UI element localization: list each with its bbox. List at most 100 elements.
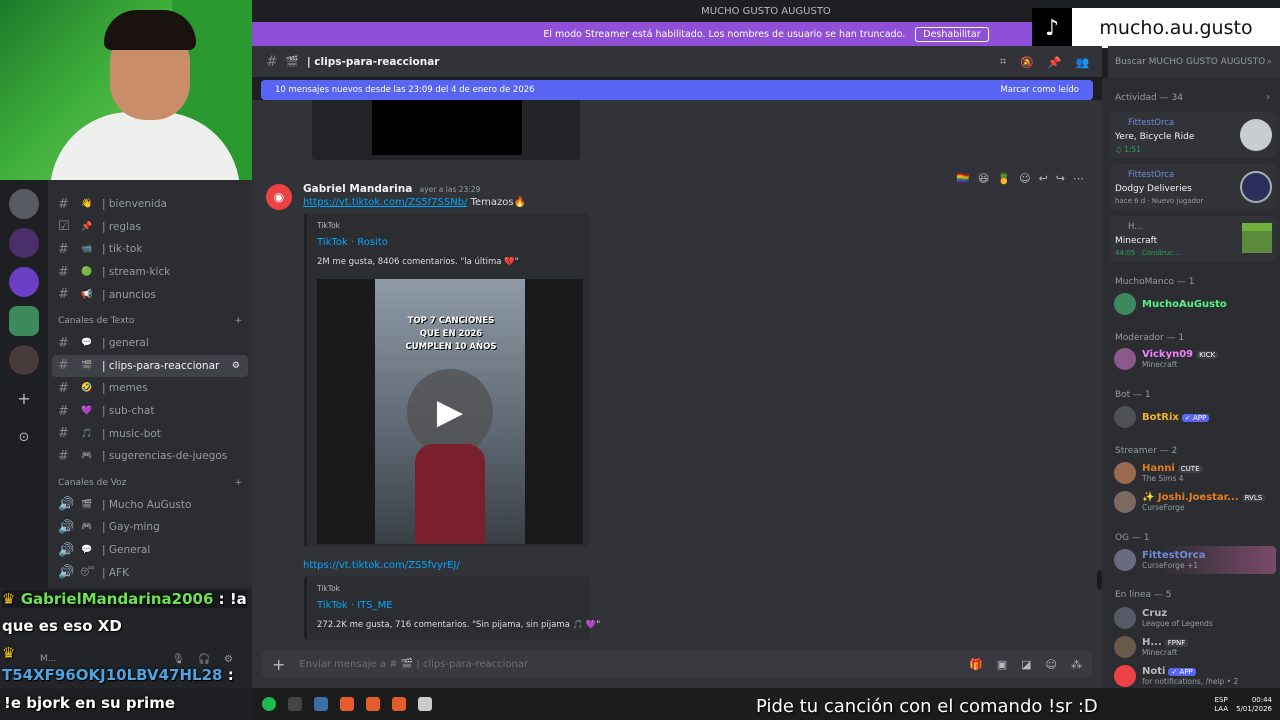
server-icon[interactable]: [9, 189, 39, 219]
add-server-icon[interactable]: +: [9, 384, 39, 414]
channel-general[interactable]: # 💬 | general: [48, 332, 252, 355]
window-title: MUCHO GUSTO AUGUSTO: [701, 5, 831, 17]
channel-reglas[interactable]: ☑ 📌 | reglas: [48, 216, 252, 239]
member-row[interactable]: FittestOrca CurseForge +1: [1114, 549, 1205, 571]
member-row[interactable]: Hanni CUTE The Sims 4: [1114, 462, 1203, 484]
channel-title: | clips-para-reaccionar: [306, 55, 440, 68]
disable-streamer-button[interactable]: Deshabilitar: [915, 26, 989, 42]
lang-indicator[interactable]: ESP: [1214, 696, 1228, 705]
add-channel-icon[interactable]: +: [234, 316, 242, 326]
apps-icon[interactable]: ⁂: [1071, 658, 1082, 671]
message-author[interactable]: Gabriel Mandarina: [303, 183, 412, 195]
threads-icon[interactable]: ⌗: [1000, 55, 1006, 69]
add-channel-icon[interactable]: +: [234, 478, 242, 488]
discover-icon[interactable]: ⊙: [9, 423, 39, 453]
mute-icon[interactable]: 🔕: [1020, 56, 1034, 69]
member-row[interactable]: ✨ Joshi.Joestar... RVLS CurseForge: [1114, 491, 1266, 513]
forward-icon[interactable]: ↪: [1056, 172, 1065, 185]
message-link[interactable]: https://vt.tiktok.com/ZS5f7SSNb/: [303, 197, 467, 208]
attach-icon[interactable]: +: [272, 655, 285, 674]
member-status: CurseForge: [1142, 503, 1185, 512]
reply-icon[interactable]: ↩: [1039, 172, 1048, 185]
channel-tik-tok[interactable]: # 📹 | tik-tok: [48, 238, 252, 261]
channel-emoji: 🎵: [81, 428, 93, 439]
add-reaction-icon[interactable]: ☺: [1019, 172, 1030, 185]
emoji-icon[interactable]: ☺: [1046, 658, 1057, 671]
voice-channel-general[interactable]: 🔊 💬 | General: [48, 539, 252, 562]
member-badge: KICK: [1196, 351, 1219, 359]
server-icon[interactable]: [9, 267, 39, 297]
app-icon[interactable]: [288, 697, 302, 711]
chevron-right-icon[interactable]: ›: [1266, 92, 1270, 103]
clock-time[interactable]: 00:44: [1236, 696, 1272, 705]
activity-card[interactable]: FittestOrca Dodgy Deliveries hace 6 d · …: [1110, 164, 1276, 210]
server-icon[interactable]: [9, 228, 39, 258]
channel-header: # 🎬 | clips-para-reaccionar: [252, 46, 1102, 78]
member-row[interactable]: Cruz League of Legends: [1114, 607, 1213, 629]
avatar: [1114, 549, 1136, 571]
reaction-icon[interactable]: 🏳️‍🌈: [956, 172, 970, 185]
activity-card[interactable]: FittestOrca Yere, Bicycle Ride ♫ 1:51: [1110, 112, 1276, 158]
search-input[interactable]: Buscar MUCHO GUSTO AUGUSTO ⌕: [1108, 46, 1280, 78]
channel-bienvenida[interactable]: # 👋 | bienvenida: [48, 193, 252, 216]
brave-icon[interactable]: [366, 697, 380, 711]
category-voice-channels[interactable]: Canales de Voz +: [48, 468, 252, 494]
channel-emoji: 📹: [81, 244, 93, 255]
reaction-icon[interactable]: 😆: [978, 172, 989, 185]
author-avatar[interactable]: ◉: [266, 184, 292, 210]
video-caption: TOP 7 CANCIONES QUE EN 2026 CUMPLEN 10 A…: [405, 316, 497, 352]
more-icon[interactable]: ⋯: [1073, 172, 1084, 185]
channel-sugerencias[interactable]: # 🎮 | sugerencias-de-juegos: [48, 445, 252, 468]
channel-stream-kick[interactable]: # 🟢 | stream-kick: [48, 261, 252, 284]
voice-channel-afk[interactable]: 🔊 😴 | AFK: [48, 561, 252, 584]
video-player[interactable]: TOP 7 CANCIONES QUE EN 2026 CUMPLEN 10 A…: [317, 279, 583, 544]
channel-label: | stream-kick: [102, 266, 171, 279]
member-list-icon[interactable]: 👥: [1076, 56, 1090, 69]
lang-indicator-2: LAA: [1214, 705, 1229, 713]
invite-settings-icon[interactable]: ⚙: [232, 361, 240, 371]
gif-icon[interactable]: ▣: [997, 658, 1007, 671]
voice-channel-gay-ming[interactable]: 🔊 🎮 | Gay-ming: [48, 516, 252, 539]
member-row[interactable]: MuchoAuGusto: [1114, 293, 1227, 315]
hash-icon: #: [58, 380, 69, 396]
gift-icon[interactable]: 🎁: [969, 658, 983, 671]
member-row[interactable]: H... FPNF Minecraft: [1114, 636, 1189, 658]
sticker-icon[interactable]: ◪: [1021, 658, 1031, 671]
server-folder[interactable]: [9, 345, 39, 375]
stream-chat-overlay: ♛ GabrielMandarina2006 : !a que es eso X…: [0, 588, 252, 688]
channel-music-bot[interactable]: # 🎵 | music-bot: [48, 422, 252, 445]
member-row[interactable]: Vickyn09 KICK Minecraft: [1114, 348, 1219, 370]
channel-clips-para-reaccionar[interactable]: # 🎬 | clips-para-reaccionar ⚙: [52, 354, 248, 378]
member-row[interactable]: Noti ✓ APP for notifications, /help • 2: [1114, 665, 1238, 687]
channel-sub-chat[interactable]: # 💜 | sub-chat: [48, 400, 252, 423]
message-link-2[interactable]: https://vt.tiktok.com/ZS5fvyrEJ/: [303, 560, 460, 571]
new-messages-text: 10 mensajes nuevos desde las 23:09 del 4…: [275, 85, 535, 95]
brave-icon[interactable]: [340, 697, 354, 711]
spotify-icon[interactable]: [262, 697, 276, 711]
group-header: Bot — 1: [1115, 390, 1151, 400]
message-composer[interactable]: + Enviar mensaje a # 🎬 | clips-para-reac…: [262, 650, 1092, 678]
voice-channel-mucho-augusto[interactable]: 🔊 🎬 | Mucho AuGusto: [48, 494, 252, 517]
tiktok-embed: TikTok TikTok · Rosito 2M me gusta, 8406…: [304, 213, 590, 547]
server-icon-active[interactable]: [9, 306, 39, 336]
mark-read-button[interactable]: Marcar como leído: [1000, 85, 1079, 95]
category-text-channels[interactable]: Canales de Texto +: [48, 306, 252, 332]
channel-memes[interactable]: # 🤣 | memes: [48, 377, 252, 400]
play-icon[interactable]: ▶: [407, 369, 493, 455]
channel-anuncios[interactable]: # 📢 | anuncios: [48, 283, 252, 306]
message-text: Temazos🔥: [470, 197, 527, 208]
member-status: CurseForge +1: [1142, 561, 1198, 570]
brave-icon[interactable]: [392, 697, 406, 711]
embed-title[interactable]: TikTok · ITS_ME: [317, 600, 393, 611]
reaction-icon[interactable]: 🍍: [997, 172, 1011, 185]
member-row[interactable]: BotRix ✓ APP: [1114, 406, 1210, 428]
new-messages-bar[interactable]: 10 mensajes nuevos desde las 23:09 del 4…: [261, 80, 1093, 100]
pin-icon[interactable]: 📌: [1048, 56, 1062, 69]
activity-card[interactable]: H... Minecraft 44:05 · Construc...: [1110, 216, 1276, 262]
category-label: Canales de Voz: [58, 477, 127, 488]
file-icon[interactable]: [418, 697, 432, 711]
message-timestamp: ayer a las 23:29: [419, 185, 481, 194]
embed-title[interactable]: TikTok · Rosito: [317, 237, 388, 248]
app-icon[interactable]: [314, 697, 328, 711]
header-toolbar: ⌗ 🔕 📌 👥: [1000, 52, 1104, 72]
